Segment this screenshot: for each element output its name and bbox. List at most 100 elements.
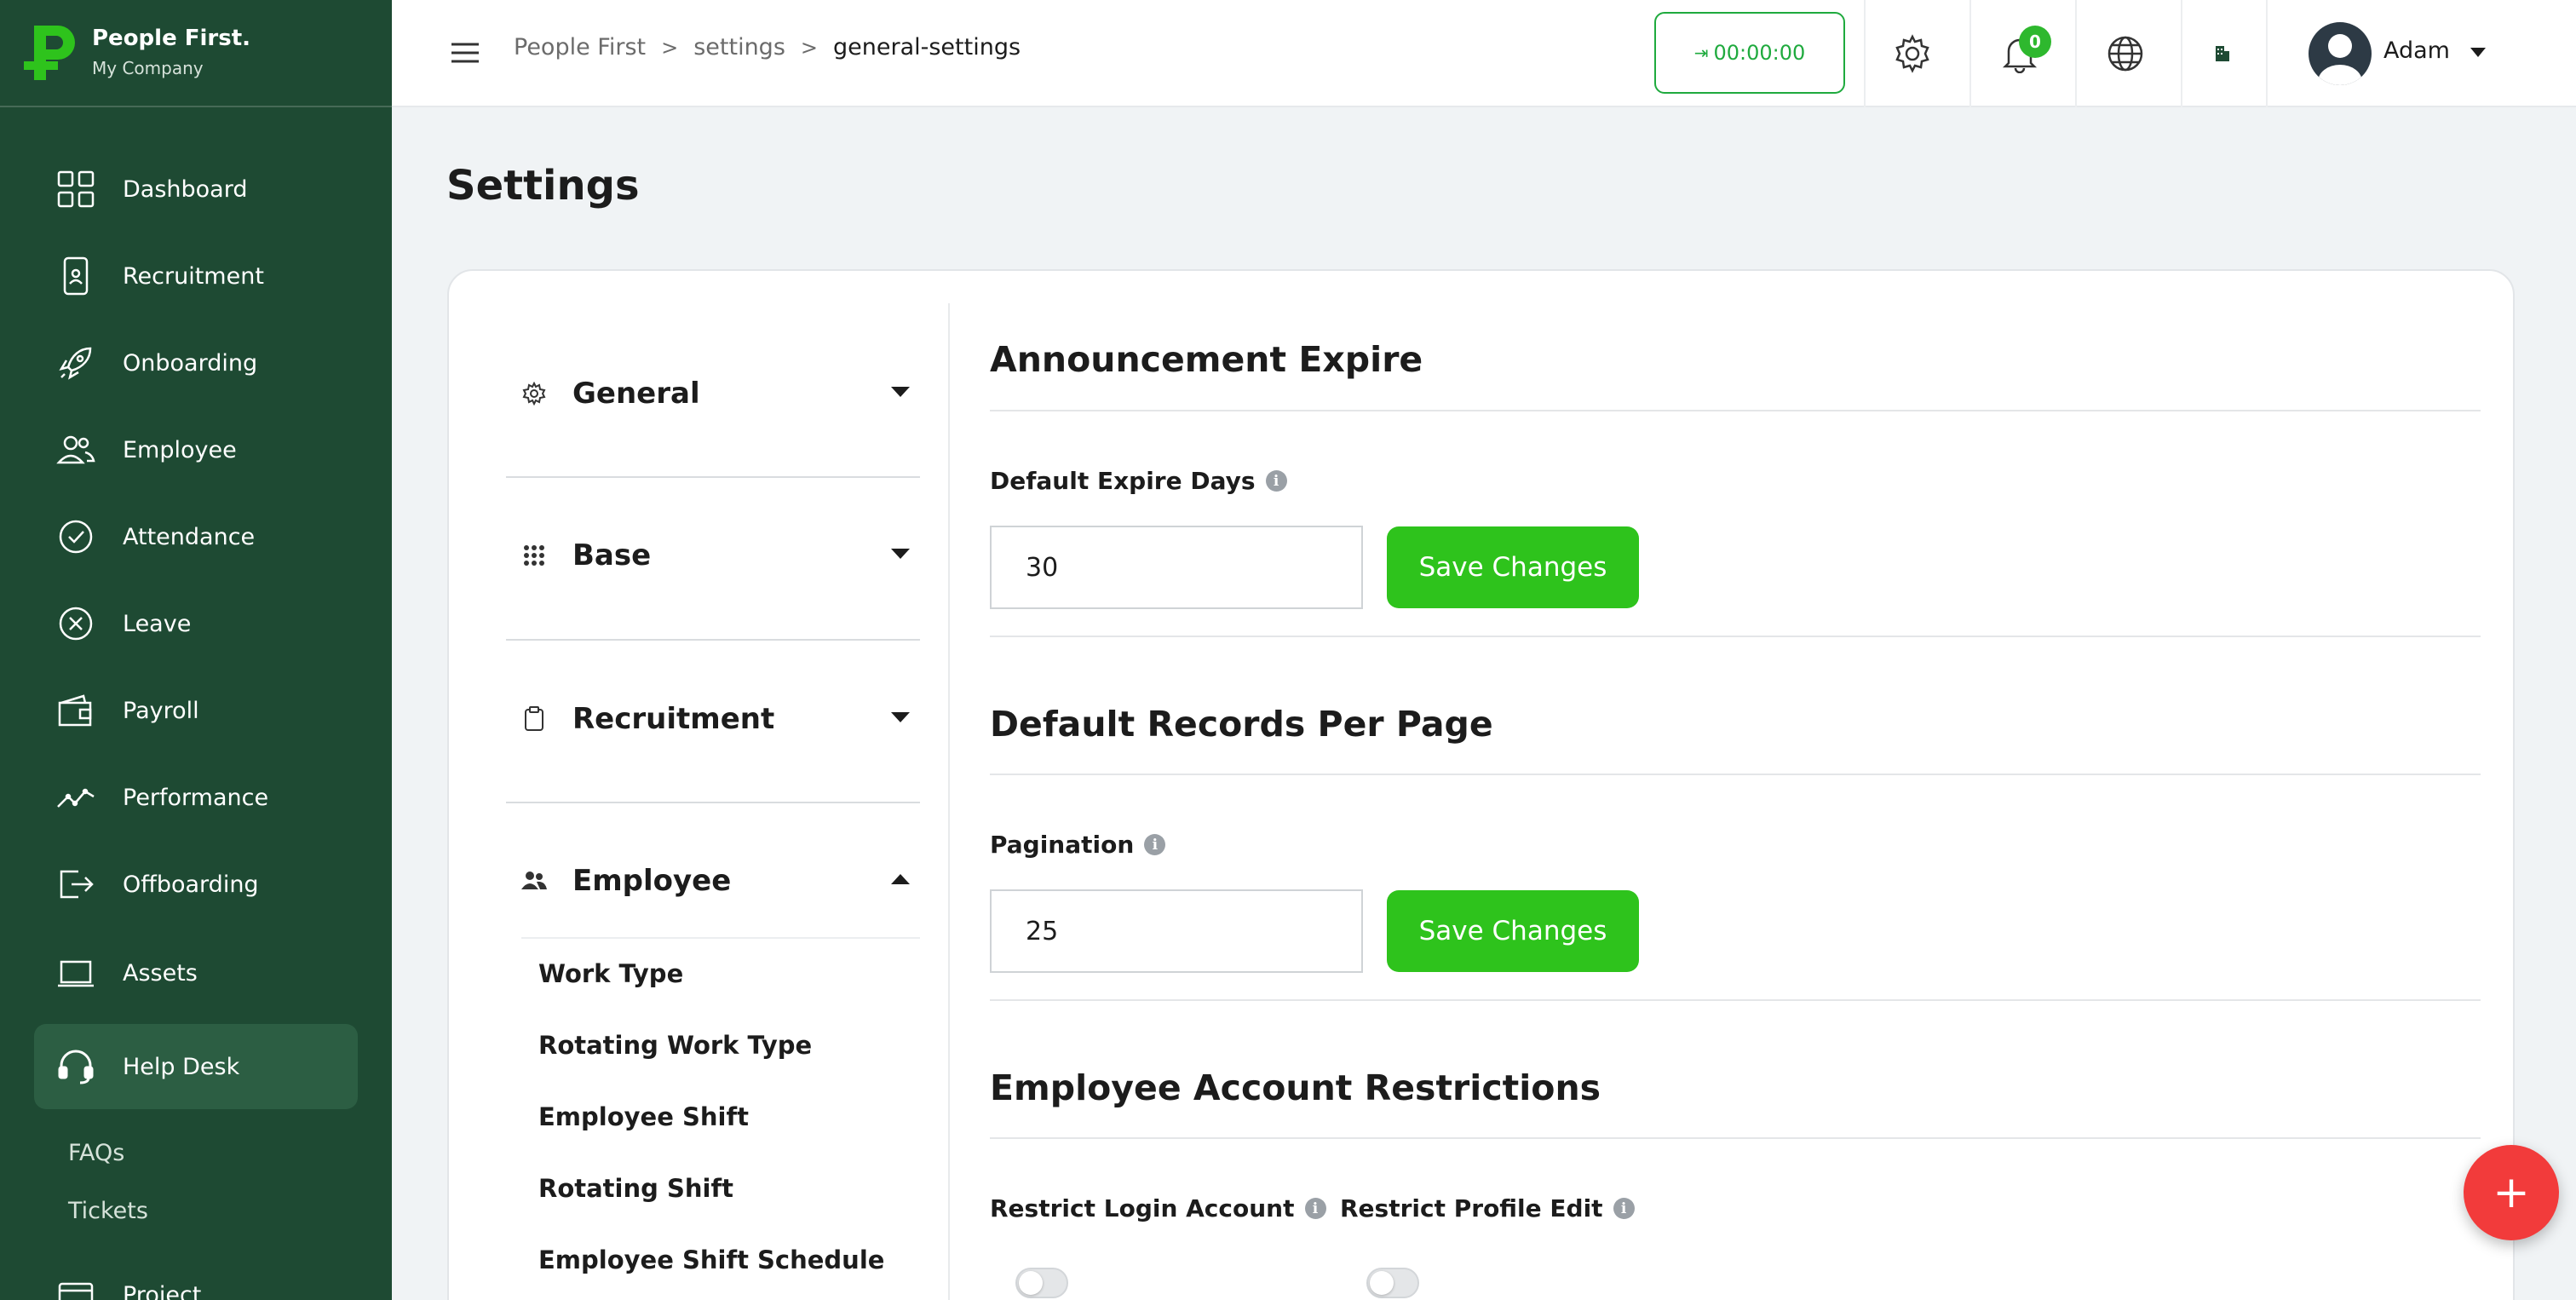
settings-item-rotating-shift[interactable]: Rotating Shift bbox=[538, 1174, 733, 1203]
sidebar-item-label: Payroll bbox=[123, 697, 199, 724]
wallet-icon bbox=[55, 689, 97, 732]
headset-icon bbox=[55, 1045, 97, 1088]
settings-item-rotating-work-type[interactable]: Rotating Work Type bbox=[538, 1031, 812, 1060]
caret-down-icon bbox=[891, 549, 910, 559]
sidebar-subitem-faqs[interactable]: FAQs bbox=[68, 1140, 124, 1166]
restrict-login-toggle[interactable] bbox=[1015, 1268, 1068, 1298]
restrict-login-label: Restrict Login Account i bbox=[990, 1194, 1326, 1222]
save-pagination-button[interactable]: Save Changes bbox=[1387, 890, 1639, 972]
sidebar-item-label: Assets bbox=[123, 959, 198, 987]
sidebar-item-recruitment[interactable]: Recruitment bbox=[34, 233, 358, 319]
user-avatar-icon bbox=[2318, 34, 2362, 85]
brand[interactable]: People First. My Company bbox=[0, 0, 392, 107]
clock-in-timer-button[interactable]: ⇥ 00:00:00 bbox=[1654, 12, 1845, 94]
default-expire-days-input[interactable] bbox=[990, 526, 1363, 609]
sidebar-item-label: Performance bbox=[123, 784, 269, 811]
gear-icon bbox=[1895, 34, 1929, 73]
settings-nav-divider bbox=[948, 303, 950, 1300]
chevron-right-icon: > bbox=[661, 35, 679, 60]
sidebar-item-label: Attendance bbox=[123, 523, 256, 550]
brand-logo-icon bbox=[24, 26, 75, 80]
check-circle-icon bbox=[55, 515, 97, 558]
settings-item-work-type[interactable]: Work Type bbox=[538, 959, 683, 988]
caret-down-icon bbox=[891, 712, 910, 722]
settings-item-employee-shift[interactable]: Employee Shift bbox=[538, 1102, 749, 1131]
project-icon bbox=[55, 1274, 97, 1300]
sidebar-item-dashboard[interactable]: Dashboard bbox=[34, 147, 358, 232]
sidebar-item-payroll[interactable]: Payroll bbox=[34, 668, 358, 753]
language-button[interactable] bbox=[2104, 32, 2147, 75]
sidebar-item-assets[interactable]: Assets bbox=[34, 930, 358, 1015]
people-icon bbox=[521, 868, 547, 894]
settings-group-label: Employee bbox=[572, 864, 732, 898]
recruitment-icon bbox=[55, 255, 97, 297]
restrict-profile-edit-toggle[interactable] bbox=[1366, 1268, 1419, 1298]
field-label-text: Pagination bbox=[990, 831, 1135, 859]
info-icon[interactable]: i bbox=[1265, 470, 1287, 492]
exit-icon bbox=[55, 863, 97, 906]
sidebar-item-label: Leave bbox=[123, 610, 192, 637]
info-icon[interactable]: i bbox=[1304, 1198, 1326, 1219]
settings-item-employee-shift-schedule[interactable]: Employee Shift Schedule bbox=[538, 1245, 884, 1274]
sidebar-item-label: Project bbox=[123, 1281, 202, 1300]
save-expire-days-button[interactable]: Save Changes bbox=[1387, 526, 1639, 608]
sidebar-item-performance[interactable]: Performance bbox=[34, 755, 358, 840]
settings-group-recruitment[interactable]: Recruitment bbox=[521, 693, 922, 745]
brand-company: My Company bbox=[92, 58, 204, 78]
company-switch-button[interactable] bbox=[2201, 32, 2244, 75]
header-divider bbox=[2075, 0, 2077, 107]
sidebar-item-project[interactable]: Project bbox=[34, 1252, 358, 1300]
section-divider bbox=[990, 1137, 2481, 1139]
info-icon[interactable]: i bbox=[1144, 834, 1166, 855]
trend-icon bbox=[55, 776, 97, 819]
pagination-input[interactable] bbox=[990, 889, 1363, 973]
pagination-label: Pagination i bbox=[990, 831, 1166, 859]
settings-gear-button[interactable] bbox=[1891, 32, 1934, 75]
header-divider bbox=[2266, 0, 2268, 107]
breadcrumb-settings[interactable]: settings bbox=[693, 34, 785, 60]
settings-group-general[interactable]: General bbox=[521, 368, 922, 419]
sidebar-item-label: Help Desk bbox=[123, 1053, 240, 1080]
header-divider bbox=[1864, 0, 1866, 107]
caret-down-icon bbox=[891, 387, 910, 397]
sidebar-item-label: Employee bbox=[123, 436, 237, 463]
breadcrumb-home[interactable]: People First bbox=[514, 34, 646, 60]
sidebar-item-employee[interactable]: Employee bbox=[34, 407, 358, 492]
header-divider bbox=[2181, 0, 2182, 107]
section-divider bbox=[990, 410, 2481, 411]
brand-name: People First. bbox=[92, 26, 251, 51]
field-label-text: Restrict Login Account bbox=[990, 1194, 1295, 1222]
quick-add-fab-button[interactable]: + bbox=[2464, 1145, 2559, 1240]
caret-up-icon bbox=[891, 874, 910, 884]
user-menu-caret-icon[interactable] bbox=[2470, 48, 2486, 57]
avatar[interactable] bbox=[2309, 22, 2372, 85]
restrict-profile-edit-label: Restrict Profile Edit i bbox=[1340, 1194, 1635, 1222]
default-expire-days-label: Default Expire Days i bbox=[990, 467, 1287, 495]
globe-icon bbox=[2107, 36, 2143, 72]
hamburger-menu-icon[interactable] bbox=[450, 37, 480, 68]
sidebar-item-attendance[interactable]: Attendance bbox=[34, 494, 358, 579]
info-icon[interactable]: i bbox=[1613, 1198, 1635, 1219]
settings-nav-divider bbox=[506, 476, 920, 478]
settings-group-employee[interactable]: Employee bbox=[521, 855, 922, 906]
sidebar-item-onboarding[interactable]: Onboarding bbox=[34, 320, 358, 406]
chevron-right-icon: > bbox=[800, 35, 818, 60]
rocket-icon bbox=[55, 342, 97, 384]
section-divider bbox=[990, 774, 2481, 775]
sidebar-item-offboarding[interactable]: Offboarding bbox=[34, 842, 358, 927]
sidebar-item-help-desk[interactable]: Help Desk bbox=[34, 1024, 358, 1109]
field-label-text: Restrict Profile Edit bbox=[1340, 1194, 1603, 1222]
settings-group-base[interactable]: Base bbox=[521, 530, 922, 581]
header-divider bbox=[1969, 0, 1971, 107]
section-divider bbox=[990, 999, 2481, 1001]
sidebar-subitem-tickets[interactable]: Tickets bbox=[68, 1198, 148, 1224]
announcement-expire-title: Announcement Expire bbox=[990, 339, 1423, 380]
user-name[interactable]: Adam bbox=[2383, 37, 2450, 64]
sidebar-item-label: Dashboard bbox=[123, 175, 248, 203]
settings-nav-divider bbox=[506, 802, 920, 803]
settings-nav-divider bbox=[521, 937, 920, 939]
grid-dots-icon bbox=[521, 543, 547, 568]
breadcrumb-current: general-settings bbox=[833, 34, 1021, 60]
sidebar-item-leave[interactable]: Leave bbox=[34, 581, 358, 666]
building-icon bbox=[2216, 46, 2229, 61]
